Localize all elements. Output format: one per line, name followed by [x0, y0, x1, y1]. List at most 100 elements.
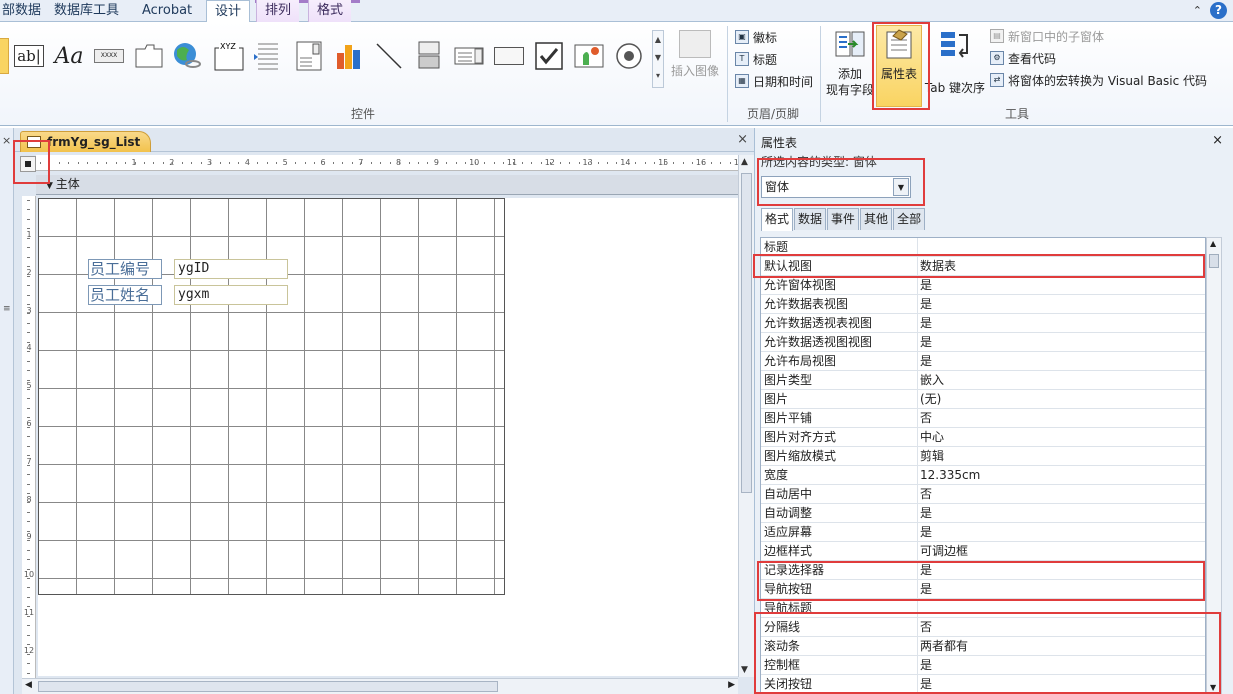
property-value[interactable]: 是 [917, 504, 1203, 522]
nav-grip-icon[interactable]: ≡ [3, 304, 11, 314]
tab-design[interactable]: 设计 [206, 0, 251, 23]
title-button[interactable]: T 标题 [735, 50, 777, 68]
property-row[interactable]: 允许布局视图 是 [761, 352, 1205, 371]
close-document-icon[interactable]: × [737, 132, 748, 147]
property-value[interactable]: (无) [917, 390, 1203, 408]
property-scroll-thumb[interactable] [1209, 254, 1219, 268]
property-row[interactable]: 自动居中 否 [761, 485, 1205, 504]
hyperlink-control-icon[interactable] [170, 36, 204, 76]
property-row[interactable]: 宽度 12.335cm [761, 466, 1205, 485]
scroll-up-icon[interactable]: ▲ [1210, 239, 1216, 248]
label-employee-id[interactable]: 员工编号 [88, 259, 162, 279]
button-control-icon[interactable]: XXXX [92, 36, 126, 76]
property-value[interactable]: 否 [917, 485, 1203, 503]
scroll-right-icon[interactable]: ▶ [728, 680, 735, 690]
label-employee-name[interactable]: 员工姓名 [88, 285, 162, 305]
chart-control-icon[interactable] [332, 36, 366, 76]
tab-acrobat[interactable]: Acrobat [134, 0, 200, 22]
tab-control-icon[interactable] [132, 36, 166, 76]
property-row[interactable]: 边框样式 可调边框 [761, 542, 1205, 561]
textbox-ygxm[interactable]: ygxm [174, 285, 288, 305]
horizontal-scroll-thumb[interactable] [38, 681, 498, 692]
property-value[interactable]: 12.335cm [917, 466, 1203, 484]
convert-macros-button[interactable]: ⇄ 将窗体的宏转换为 Visual Basic 代码 [990, 71, 1207, 89]
vertical-scrollbar[interactable]: ▲ ▼ [738, 155, 754, 677]
property-row[interactable]: 图片平铺 否 [761, 409, 1205, 428]
property-row[interactable]: 标题 [761, 238, 1205, 257]
property-value[interactable]: 是 [917, 561, 1203, 579]
property-row[interactable]: 允许数据透视图视图 是 [761, 333, 1205, 352]
property-tab-0[interactable]: 格式 [761, 208, 794, 231]
property-value[interactable]: 可调边框 [917, 542, 1203, 560]
nav-close-icon[interactable]: × [2, 134, 11, 147]
scroll-left-icon[interactable]: ◀ [25, 680, 32, 690]
list-box-icon[interactable] [452, 36, 486, 76]
document-tab-frmyg[interactable]: frmYg_sg_List [20, 131, 152, 152]
property-value[interactable]: 是 [917, 314, 1203, 332]
tab-order-button[interactable]: Tab 键次序 [924, 26, 986, 96]
date-time-button[interactable]: ▦ 日期和时间 [735, 72, 813, 90]
minimize-ribbon-icon[interactable]: ⌃ [1193, 4, 1202, 17]
property-value[interactable]: 是 [917, 580, 1203, 598]
tab-database-tools[interactable]: 数据库工具 [46, 0, 127, 22]
property-value[interactable]: 两者都有 [917, 637, 1203, 655]
horizontal-scrollbar[interactable]: ◀ ▶ [22, 678, 738, 694]
logo-button[interactable]: ▣ 徽标 [735, 28, 777, 46]
property-row[interactable]: 允许数据表视图 是 [761, 295, 1205, 314]
property-row[interactable]: 分隔线 否 [761, 618, 1205, 637]
property-row[interactable]: 图片对齐方式 中心 [761, 428, 1205, 447]
section-bar-detail[interactable]: ▼ 主体 [36, 175, 738, 195]
add-existing-fields-button[interactable]: 添加 现有字段 [826, 26, 874, 98]
subform-new-window-button[interactable]: ▤ 新窗口中的子窗体 [990, 27, 1104, 45]
textbox-control-icon[interactable]: ab| [12, 36, 46, 76]
property-value[interactable]: 是 [917, 656, 1203, 674]
scroll-down-icon[interactable]: ▼ [741, 665, 748, 675]
property-row[interactable]: 记录选择器 是 [761, 561, 1205, 580]
property-row[interactable]: 滚动条 两者都有 [761, 637, 1205, 656]
property-row[interactable]: 适应屏幕 是 [761, 523, 1205, 542]
property-row[interactable]: 允许数据透视表视图 是 [761, 314, 1205, 333]
property-value[interactable]: 嵌入 [917, 371, 1203, 389]
property-tab-2[interactable]: 事件 [827, 208, 860, 230]
property-sheet-button[interactable]: 属性表 [876, 25, 922, 107]
property-row[interactable]: 图片缩放模式 剪辑 [761, 447, 1205, 466]
property-row[interactable]: 图片 (无) [761, 390, 1205, 409]
scroll-down-icon[interactable]: ▼ [1210, 683, 1216, 692]
scroll-up-icon[interactable]: ▲ [741, 157, 748, 167]
tab-arrange[interactable]: 排列 [256, 0, 300, 22]
property-row[interactable]: 默认视图 数据表 [761, 257, 1205, 276]
property-tab-1[interactable]: 数据 [794, 208, 827, 230]
property-value[interactable]: 是 [917, 276, 1203, 294]
property-row[interactable]: 导航按钮 是 [761, 580, 1205, 599]
controls-gallery-scroll[interactable]: ▲ ▼ ▾ [652, 30, 664, 88]
option-group-icon[interactable]: XYZ [212, 36, 246, 76]
option-button-icon[interactable] [612, 36, 646, 76]
vertical-scroll-thumb[interactable] [741, 173, 752, 493]
property-value[interactable]: 是 [917, 675, 1203, 693]
property-row[interactable]: 图片类型 嵌入 [761, 371, 1205, 390]
form-detail-grid[interactable]: 员工编号 ygID 员工姓名 ygxm [38, 198, 505, 595]
property-value[interactable]: 否 [917, 409, 1203, 427]
object-selector-combo[interactable]: 窗体 ▼ [761, 176, 911, 198]
label-control-icon[interactable]: Aa [52, 36, 86, 76]
property-value[interactable]: 是 [917, 523, 1203, 541]
close-property-sheet-icon[interactable]: × [1212, 133, 1223, 148]
property-grid-scrollbar[interactable]: ▲ ▼ [1206, 237, 1222, 694]
textbox-ygid[interactable]: ygID [174, 259, 288, 279]
unbound-object-frame-icon[interactable] [572, 36, 606, 76]
property-value[interactable] [917, 599, 1203, 617]
combo-box-icon[interactable] [292, 36, 326, 76]
property-row[interactable]: 关闭按钮 是 [761, 675, 1205, 693]
property-row[interactable]: 允许窗体视图 是 [761, 276, 1205, 295]
tab-external-data[interactable]: 部数据 [0, 0, 49, 22]
chevron-down-icon[interactable]: ▼ [893, 178, 909, 196]
view-code-button[interactable]: ⚙ 查看代码 [990, 49, 1056, 67]
help-icon[interactable]: ? [1210, 2, 1227, 19]
select-tool-icon[interactable] [0, 36, 10, 76]
property-row[interactable]: 自动调整 是 [761, 504, 1205, 523]
rectangle-control-icon[interactable] [492, 36, 526, 76]
property-tab-4[interactable]: 全部 [893, 208, 926, 230]
property-value[interactable]: 否 [917, 618, 1203, 636]
property-row[interactable]: 控制框 是 [761, 656, 1205, 675]
property-row[interactable]: 导航标题 [761, 599, 1205, 618]
